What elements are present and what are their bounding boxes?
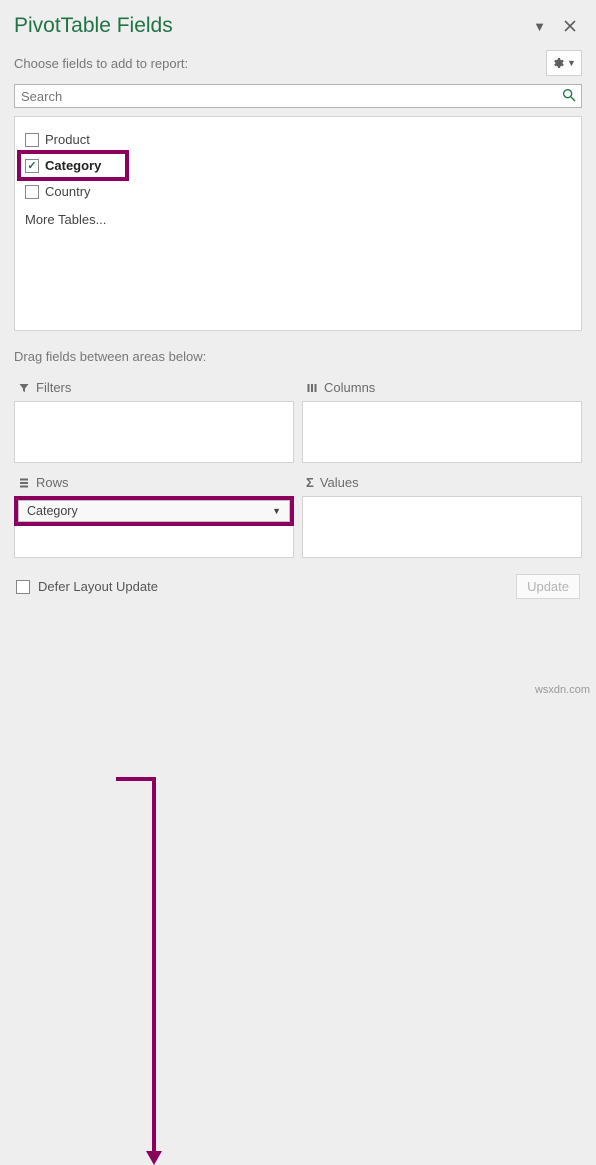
more-tables-link[interactable]: More Tables...	[23, 202, 573, 237]
search-field	[14, 84, 582, 108]
gear-icon	[552, 57, 564, 69]
values-area: Σ Values	[302, 471, 582, 558]
watermark: wsxdn.com	[535, 684, 590, 696]
columns-area: Columns	[302, 376, 582, 463]
field-label: Category	[45, 158, 101, 173]
field-country[interactable]: Country	[23, 181, 573, 202]
columns-header: Columns	[302, 376, 582, 401]
filters-header: Filters	[14, 376, 294, 401]
rows-item-category[interactable]: Category ▼	[18, 500, 290, 522]
drag-instruction: Drag fields between areas below:	[14, 349, 582, 364]
defer-layout-checkbox[interactable]: Defer Layout Update	[16, 579, 158, 594]
checkbox-icon[interactable]	[25, 133, 39, 147]
pill-label: Category	[27, 504, 78, 518]
checkbox-icon[interactable]	[16, 580, 30, 594]
rows-header: Rows	[14, 471, 294, 496]
rows-drop-zone[interactable]: Category ▼	[14, 496, 294, 558]
area-label: Rows	[36, 475, 69, 490]
sigma-icon: Σ	[306, 475, 314, 490]
pane-title: PivotTable Fields	[14, 14, 173, 38]
field-list: Product ✓ Category Country More Tables..…	[14, 116, 582, 331]
checkbox-icon[interactable]	[25, 185, 39, 199]
area-label: Filters	[36, 380, 71, 395]
values-header: Σ Values	[302, 471, 582, 496]
areas-grid: Filters Columns Rows Category	[14, 376, 582, 558]
field-label: Country	[45, 184, 91, 199]
filters-drop-zone[interactable]	[14, 401, 294, 463]
rows-icon	[18, 477, 30, 489]
filter-icon	[18, 382, 30, 394]
chevron-down-icon[interactable]: ▼	[272, 506, 281, 516]
search-input[interactable]	[14, 84, 582, 108]
header-controls: ▼	[533, 19, 582, 34]
values-drop-zone[interactable]	[302, 496, 582, 558]
defer-label: Defer Layout Update	[38, 579, 158, 594]
area-label: Values	[320, 475, 359, 490]
field-product[interactable]: Product	[23, 129, 573, 150]
rows-area: Rows Category ▼	[14, 471, 294, 558]
footer: Defer Layout Update Update	[14, 574, 582, 599]
filters-area: Filters	[14, 376, 294, 463]
columns-drop-zone[interactable]	[302, 401, 582, 463]
field-label: Product	[45, 132, 90, 147]
update-button[interactable]: Update	[516, 574, 580, 599]
subheader-row: Choose fields to add to report: ▼	[14, 50, 582, 76]
options-dropdown-icon[interactable]: ▼	[533, 19, 546, 34]
close-icon[interactable]	[564, 20, 576, 32]
field-category[interactable]: ✓ Category	[17, 150, 129, 181]
pivottable-fields-pane: PivotTable Fields ▼ Choose fields to add…	[0, 0, 596, 609]
chevron-down-icon: ▼	[567, 58, 576, 68]
search-icon[interactable]	[561, 87, 577, 103]
area-label: Columns	[324, 380, 375, 395]
subtitle: Choose fields to add to report:	[14, 56, 188, 71]
checkbox-icon[interactable]: ✓	[25, 159, 39, 173]
tools-button[interactable]: ▼	[546, 50, 582, 76]
columns-icon	[306, 382, 318, 394]
header: PivotTable Fields ▼	[14, 14, 582, 38]
